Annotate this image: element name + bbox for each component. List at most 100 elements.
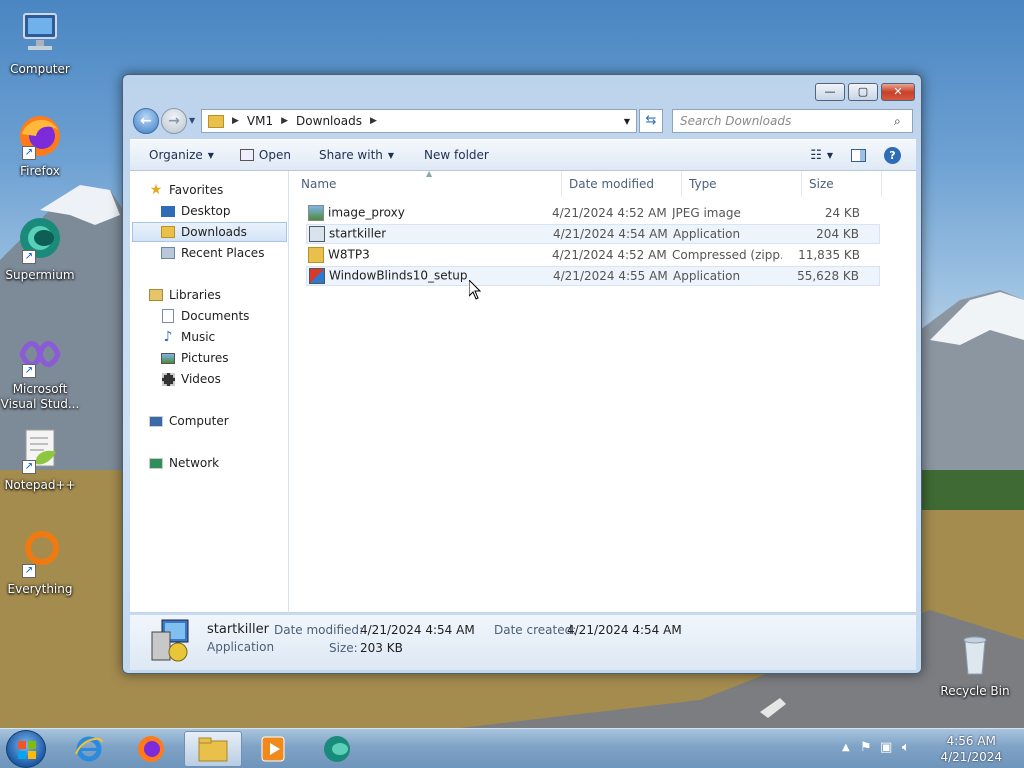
file-name: startkiller — [329, 226, 387, 241]
file-date: 4/21/2024 4:54 AM — [553, 227, 668, 241]
file-name: W8TP3 — [328, 247, 370, 262]
open-button[interactable]: Open — [231, 142, 300, 168]
desktop-icon-label: Microsoft Visual Stud... — [0, 382, 80, 411]
network-status-icon[interactable]: ▣ — [880, 740, 892, 755]
nav-desktop[interactable]: Desktop — [160, 201, 231, 221]
details-size: 203 KB — [360, 641, 403, 655]
desktop-icon-label: Firefox — [20, 164, 60, 178]
nav-music[interactable]: ♪ Music — [160, 327, 216, 347]
volume-muted-icon[interactable]: 🔈︎ — [902, 740, 910, 755]
file-row[interactable]: WindowBlinds10_setup 4/21/2024 4:55 AM A… — [306, 266, 880, 286]
refresh-button[interactable]: ⇆ — [639, 109, 663, 133]
chevron-down-icon: ▼ — [826, 150, 833, 160]
desktop-icon-label: Everything — [7, 582, 73, 596]
details-size-label: Size: — [329, 641, 358, 655]
nav-network[interactable]: Network — [148, 453, 219, 473]
firefox-icon: ↗ — [16, 112, 64, 160]
taskbar-file-explorer[interactable] — [184, 731, 242, 767]
command-bar: Organize ▼ Open Share with ▼ New folder ☷ ▼… — [130, 139, 916, 171]
details-date-created-label: Date created: — [494, 623, 577, 637]
desktop-icon-notepad-plus-plus[interactable]: ↗ Notepad++ — [0, 426, 80, 493]
show-hidden-icons-button[interactable]: ▲ — [842, 742, 850, 753]
desktop-icon-recycle-bin[interactable]: Recycle Bin — [935, 632, 1015, 699]
zip-folder-icon — [308, 247, 324, 263]
taskbar-media-player[interactable] — [246, 731, 300, 767]
action-center-flag-icon[interactable]: ⚑ — [860, 740, 872, 755]
file-type: Compressed (zipp... — [672, 248, 782, 262]
new-folder-button[interactable]: New folder — [415, 142, 498, 168]
breadcrumb-downloads[interactable]: Downloads — [296, 114, 362, 128]
organize-button[interactable]: Organize ▼ — [140, 142, 223, 168]
forward-button[interactable]: → — [161, 108, 187, 134]
chevron-right-icon: ▶ — [369, 116, 377, 126]
shortcut-arrow-icon: ↗ — [22, 460, 36, 474]
taskbar-supermium[interactable] — [310, 731, 364, 767]
desktop-icon-firefox[interactable]: ↗ Firefox — [0, 112, 80, 179]
nav-label: Desktop — [181, 204, 231, 218]
supermium-icon — [324, 736, 350, 762]
nav-label: Pictures — [181, 351, 229, 365]
downloads-folder-icon — [160, 224, 176, 240]
help-button[interactable]: ? — [875, 142, 910, 168]
breadcrumb-vm1[interactable]: VM1 — [247, 114, 273, 128]
minimize-button[interactable]: — — [815, 83, 845, 101]
desktop-icon-visual-studio[interactable]: ↗ Microsoft Visual Stud... — [0, 330, 80, 412]
new-folder-label: New folder — [424, 148, 489, 162]
folder-icon — [198, 737, 228, 762]
desktop-icon-supermium[interactable]: ↗ Supermium — [0, 216, 80, 283]
search-box[interactable]: ⌕ — [672, 109, 913, 133]
recent-pages-dropdown[interactable]: ▼ — [189, 116, 195, 125]
desktop-icon-everything[interactable]: ↗ Everything — [0, 530, 80, 597]
clock[interactable]: 4:56 AM 4/21/2024 — [940, 733, 1002, 765]
close-button[interactable]: ✕ — [881, 83, 915, 101]
music-icon: ♪ — [163, 329, 173, 345]
taskbar-firefox[interactable] — [124, 731, 178, 767]
file-type: Application — [673, 227, 741, 241]
nav-favorites[interactable]: ★ Favorites — [148, 180, 224, 200]
file-row[interactable]: W8TP3 4/21/2024 4:52 AM Compressed (zipp… — [306, 245, 880, 265]
file-row[interactable]: startkiller 4/21/2024 4:54 AM Applicatio… — [306, 224, 880, 244]
column-header-size[interactable]: Size — [802, 171, 882, 197]
recycle-bin-icon — [951, 632, 999, 680]
share-with-button[interactable]: Share with ▼ — [310, 142, 403, 168]
back-button[interactable]: ← — [133, 108, 159, 134]
nav-computer[interactable]: Computer — [148, 411, 229, 431]
column-header-name[interactable]: Name — [294, 171, 562, 197]
file-row[interactable]: image_proxy 4/21/2024 4:52 AM JPEG image… — [306, 203, 880, 223]
desktop-icon-label: Notepad++ — [4, 478, 76, 492]
preview-pane-button[interactable] — [842, 142, 875, 168]
nav-pictures[interactable]: Pictures — [160, 348, 229, 368]
file-list: ▲ Name Date modified Type Size image_pro… — [290, 169, 916, 613]
computer-icon — [148, 413, 164, 429]
documents-icon — [160, 308, 176, 324]
computer-icon — [16, 10, 64, 58]
taskbar-internet-explorer[interactable] — [62, 731, 116, 767]
refresh-icon: ⇆ — [645, 113, 657, 128]
clock-time: 4:56 AM — [946, 734, 996, 748]
nav-libraries[interactable]: Libraries — [148, 285, 221, 305]
nav-downloads[interactable]: Downloads — [132, 222, 287, 242]
address-bar[interactable]: ▶ VM1 ▶ Downloads ▶ ▼ — [201, 109, 637, 133]
content-area: ★ Favorites Desktop Downloads Recent Plac… — [130, 169, 916, 613]
file-name: image_proxy — [328, 205, 405, 220]
nav-label: Network — [169, 456, 220, 470]
address-dropdown-icon[interactable]: ▼ — [624, 117, 630, 126]
nav-documents[interactable]: Documents — [160, 306, 249, 326]
column-header-type[interactable]: Type — [682, 171, 802, 197]
application-icon — [148, 618, 194, 664]
shortcut-arrow-icon: ↗ — [22, 564, 36, 578]
nav-videos[interactable]: Videos — [160, 369, 221, 389]
search-icon[interactable]: ⌕ — [894, 114, 912, 129]
nav-recent-places[interactable]: Recent Places — [160, 243, 264, 263]
firefox-icon — [138, 736, 164, 762]
shortcut-arrow-icon: ↗ — [22, 364, 36, 378]
search-input[interactable] — [680, 114, 894, 128]
shortcut-arrow-icon: ↗ — [22, 250, 36, 264]
desktop-icon-computer[interactable]: Computer — [0, 10, 80, 77]
start-button[interactable] — [6, 730, 46, 768]
organize-label: Organize — [149, 148, 203, 162]
column-header-date-modified[interactable]: Date modified — [562, 171, 682, 197]
clock-date: 4/21/2024 — [940, 750, 1002, 764]
maximize-button[interactable]: ▢ — [848, 83, 878, 101]
view-options-button[interactable]: ☷ ▼ — [801, 142, 842, 168]
